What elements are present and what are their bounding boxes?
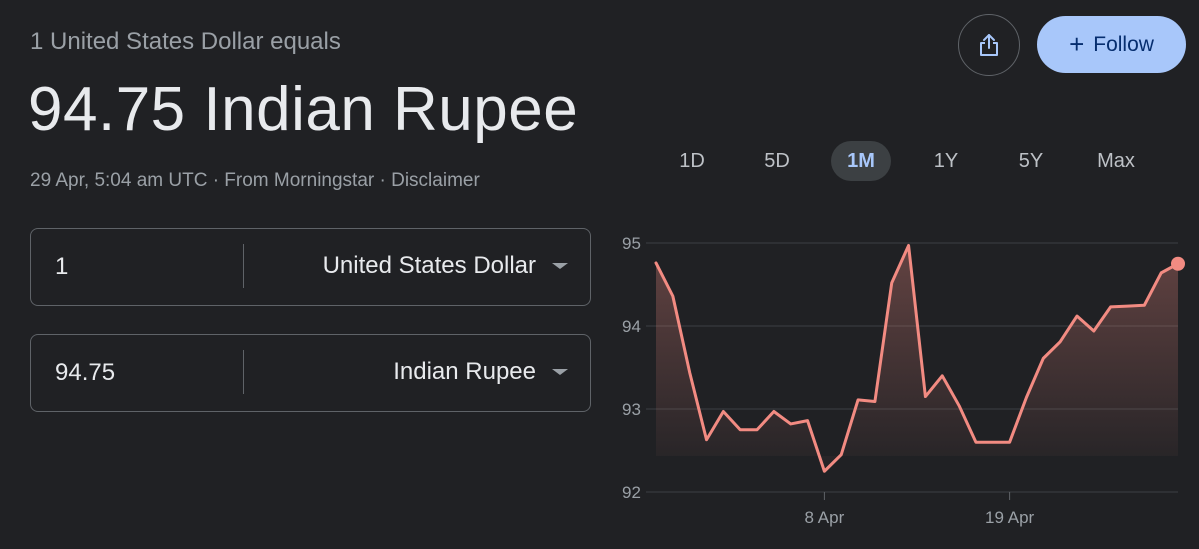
data-point (772, 409, 776, 413)
divider (243, 350, 244, 394)
tab-5d[interactable]: 5D (747, 141, 807, 181)
tab-1y[interactable]: 1Y (916, 141, 976, 181)
data-point (940, 374, 944, 378)
tab-max[interactable]: Max (1085, 141, 1147, 181)
data-point (1109, 305, 1113, 309)
share-icon (980, 34, 998, 56)
to-currency-row: 94.75 Indian Rupee (30, 334, 591, 412)
data-point (1058, 340, 1062, 344)
data-point (890, 281, 894, 285)
x-tick-label: 19 Apr (985, 508, 1034, 527)
data-point (923, 395, 927, 399)
exchange-rate-chart: 95 94 93 92 8 Apr 19 Apr (622, 234, 1185, 527)
dropdown-arrow-icon[interactable] (552, 369, 568, 375)
data-point (856, 398, 860, 402)
data-point (688, 370, 692, 374)
data-point (1142, 303, 1146, 307)
y-tick-label: 92 (622, 483, 641, 502)
follow-label: Follow (1093, 32, 1154, 56)
share-button[interactable] (958, 14, 1020, 76)
divider (243, 244, 244, 288)
data-point (907, 243, 911, 247)
data-point (806, 419, 810, 423)
y-tick-label: 95 (622, 234, 641, 253)
data-point (1125, 304, 1129, 308)
from-currency-select[interactable]: United States Dollar (323, 229, 536, 303)
data-point (974, 440, 978, 444)
tab-1m[interactable]: 1M (831, 141, 891, 181)
data-point (755, 428, 759, 432)
y-tick-label: 93 (622, 400, 641, 419)
dropdown-arrow-icon[interactable] (552, 263, 568, 269)
data-point (789, 422, 793, 426)
data-point (991, 440, 995, 444)
data-point (957, 404, 961, 408)
from-currency-row: 1 United States Dollar (30, 228, 591, 306)
to-currency-select[interactable]: Indian Rupee (393, 335, 536, 409)
rate-metadata: 29 Apr, 5:04 am UTC · From Morningstar ·… (30, 170, 480, 191)
converted-value: 94.75 Indian Rupee (28, 75, 579, 144)
data-point (671, 294, 675, 298)
data-point (822, 469, 826, 473)
data-point (1092, 329, 1096, 333)
from-amount-input[interactable]: 1 (55, 229, 68, 305)
data-point (1008, 440, 1012, 444)
to-amount-input[interactable]: 94.75 (55, 335, 115, 411)
tab-1d[interactable]: 1D (662, 141, 722, 181)
data-point (705, 438, 709, 442)
follow-button[interactable]: + Follow (1037, 16, 1186, 73)
tab-5y[interactable]: 5Y (1001, 141, 1061, 181)
conversion-subtitle: 1 United States Dollar equals (30, 28, 341, 55)
data-point (1024, 395, 1028, 399)
series-area (656, 245, 1178, 472)
data-point (1159, 271, 1163, 275)
data-point (721, 409, 725, 413)
plus-icon: + (1069, 28, 1085, 59)
x-tick-label: 8 Apr (805, 508, 845, 527)
current-value-marker (1171, 256, 1185, 271)
data-point (1041, 356, 1045, 360)
data-point (839, 453, 843, 457)
data-point (873, 400, 877, 404)
y-tick-label: 94 (622, 317, 641, 336)
data-point (738, 428, 742, 432)
data-point (1075, 314, 1079, 318)
data-point (654, 261, 658, 265)
